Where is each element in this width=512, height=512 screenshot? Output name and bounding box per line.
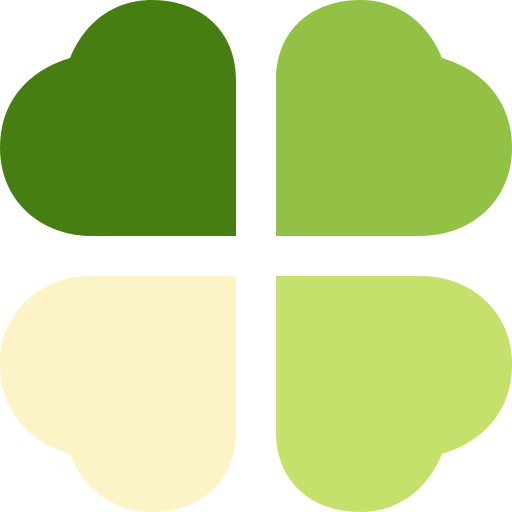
leaf-bottom-left <box>0 276 236 512</box>
leaf-top-right <box>276 0 512 236</box>
four-leaf-clover-icon <box>0 0 512 512</box>
leaf-bottom-right <box>276 276 512 512</box>
clover-logo <box>0 0 512 512</box>
leaf-top-left <box>0 0 236 236</box>
